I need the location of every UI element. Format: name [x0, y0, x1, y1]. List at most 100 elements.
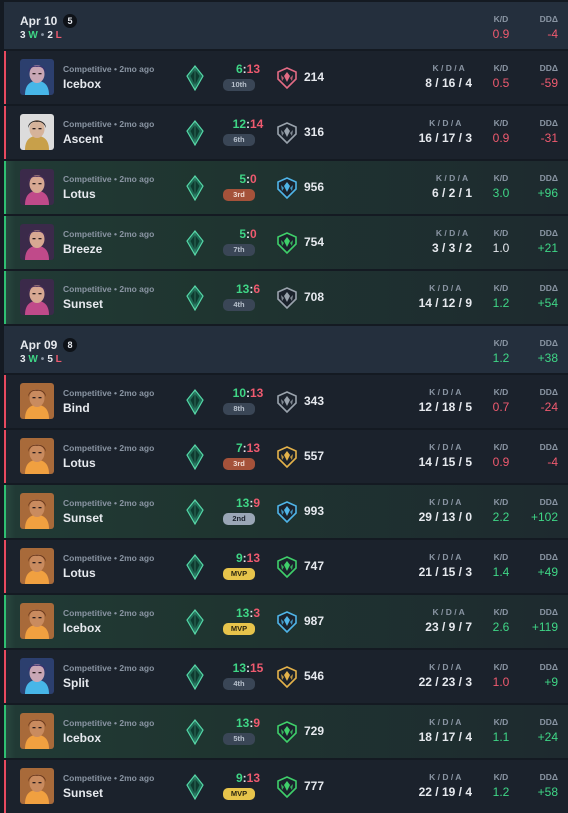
dd-delta-value: +96 [537, 186, 558, 200]
rank-rating: 316 [304, 125, 325, 139]
match-row[interactable]: Competitive • 2mo ago Lotus 9:13 MVP 747 K / … [4, 540, 568, 593]
losses-suffix: L [55, 354, 62, 365]
map-name: Split [63, 676, 89, 690]
kd-label: K/D [493, 552, 509, 562]
wins-suffix: W [28, 30, 38, 41]
dd-delta-value: -4 [547, 455, 558, 469]
losses-count: 2 [47, 30, 53, 41]
kd-label: K/D [493, 173, 509, 183]
match-row[interactable]: Competitive • 2mo ago Lotus 5:0 3rd 956 K / D… [4, 161, 568, 214]
map-name: Icebox [63, 621, 102, 635]
rank-gem-icon [185, 120, 205, 147]
kda: K / D / A 16 / 17 / 3 [419, 118, 472, 145]
kd: K/D 0.5 [486, 63, 516, 90]
losses-count: 5 [47, 354, 53, 365]
day-header: Apr 10 5 3 W • 2 L K/D 0.9 DDΔ -4 [4, 2, 568, 49]
match-mode: Competitive • 2mo ago [63, 773, 155, 783]
match-row[interactable]: Competitive • 2mo ago Ascent 12:14 6th 316 K … [4, 106, 568, 159]
rank-rating: 747 [304, 559, 325, 573]
dd-delta-label: DDΔ [539, 173, 558, 183]
kd-value: 2.2 [492, 510, 510, 524]
result-edge [4, 271, 6, 324]
agent-portrait [20, 713, 54, 749]
placement-badge: MVP [223, 623, 255, 635]
score-team: 13 [235, 496, 250, 510]
kda: K / D / A 21 / 15 / 3 [419, 552, 472, 579]
kd-label: K/D [493, 118, 509, 128]
match-row[interactable]: Competitive • 2mo ago Bind 10:13 8th 343 K / … [4, 375, 568, 428]
match-score: 6:13 [218, 62, 278, 76]
match-row[interactable]: Competitive • 2mo ago Sunset 9:13 MVP 777 K /… [4, 760, 568, 813]
rank-shield-icon [275, 176, 299, 200]
kda-label: K / D / A [432, 607, 465, 617]
score-team: 13 [235, 282, 250, 296]
dd-delta-value: +119 [531, 620, 558, 634]
rank-gem-icon [185, 664, 205, 691]
kda-value: 3 / 3 / 2 [431, 241, 472, 255]
kd-value: 3.0 [492, 186, 510, 200]
wins-count: 3 [20, 354, 26, 365]
kd: K/D 2.2 [486, 497, 516, 524]
match-row[interactable]: Competitive • 2mo ago Split 13:15 4th 546 K /… [4, 650, 568, 703]
agent-portrait [20, 383, 54, 419]
map-name: Icebox [63, 77, 102, 91]
kd-value: 0.5 [492, 76, 510, 90]
match-count-badge: 5 [63, 14, 77, 28]
rank-gem-icon [185, 499, 205, 526]
kd-value: 0.9 [492, 131, 510, 145]
agent-portrait [20, 279, 54, 315]
score-enemy: 3 [253, 606, 261, 620]
rank-shield-icon [275, 775, 299, 799]
kd-value: 1.1 [492, 730, 510, 744]
kd-label: K/D [493, 497, 509, 507]
agent-portrait [20, 114, 54, 150]
match-row[interactable]: Competitive • 2mo ago Icebox 13:9 5th 729 K /… [4, 705, 568, 758]
placement-badge: 3rd [223, 458, 255, 470]
match-mode: Competitive • 2mo ago [63, 718, 155, 728]
match-row[interactable]: Competitive • 2mo ago Icebox 13:3 MVP 987 K /… [4, 595, 568, 648]
kda-value: 23 / 9 / 7 [425, 620, 472, 634]
kd: K/D 1.0 [486, 228, 516, 255]
match-mode: Competitive • 2mo ago [63, 388, 155, 398]
rank-shield-icon [275, 445, 299, 469]
dd-delta-label: DDΔ [539, 63, 558, 73]
score-team: 13 [232, 661, 246, 675]
map-name: Lotus [63, 456, 96, 470]
match-row[interactable]: Competitive • 2mo ago Breeze 5:0 7th 754 K / … [4, 216, 568, 269]
rank-rating: 708 [304, 290, 325, 304]
day-kd: K/D 1.2 [486, 338, 516, 365]
score-team: 7 [235, 441, 243, 455]
map-name: Ascent [63, 132, 104, 146]
rank-shield-icon [275, 66, 299, 90]
rank-rating: 777 [304, 779, 325, 793]
kd: K/D 0.9 [486, 118, 516, 145]
kda-value: 21 / 15 / 3 [418, 565, 472, 579]
map-name: Breeze [63, 242, 103, 256]
dd-delta: DDΔ +9 [518, 662, 558, 689]
day-kd-value: 0.9 [492, 27, 510, 41]
result-edge [4, 485, 6, 538]
kda: K / D / A 14 / 15 / 5 [419, 442, 472, 469]
match-mode: Competitive • 2mo ago [63, 498, 155, 508]
kd-label: K/D [493, 442, 509, 452]
placement-badge: 4th [223, 299, 255, 311]
placement-badge: MVP [223, 568, 255, 580]
rank-shield-icon [275, 555, 299, 579]
kda: K / D / A 23 / 9 / 7 [425, 607, 472, 634]
match-row[interactable]: Competitive • 2mo ago Lotus 7:13 3rd 557 K / … [4, 430, 568, 483]
match-row[interactable]: Competitive • 2mo ago Icebox 6:13 10th 214 K … [4, 51, 568, 104]
kd-label: K/D [493, 607, 509, 617]
match-row[interactable]: Competitive • 2mo ago Sunset 13:6 4th 708 K /… [4, 271, 568, 324]
match-row[interactable]: Competitive • 2mo ago Sunset 13:9 2nd 993 K /… [4, 485, 568, 538]
score-enemy: 14 [250, 117, 264, 131]
match-mode: Competitive • 2mo ago [63, 663, 155, 673]
score-enemy: 13 [246, 771, 261, 785]
kd-label: K/D [493, 228, 509, 238]
map-name: Sunset [63, 297, 104, 311]
result-edge [4, 216, 6, 269]
placement-badge: MVP [223, 788, 255, 800]
placement-badge: 2nd [223, 513, 255, 525]
result-edge [4, 705, 6, 758]
score-team: 6 [235, 62, 243, 76]
agent-portrait [20, 59, 54, 95]
